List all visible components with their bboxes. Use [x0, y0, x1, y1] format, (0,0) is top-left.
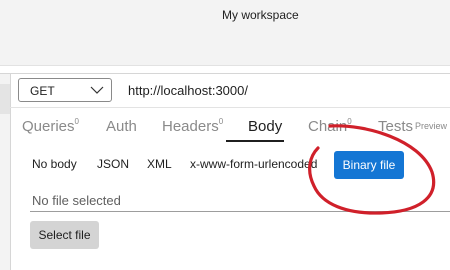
body-type-binary-file[interactable]: Binary file — [334, 151, 404, 179]
active-tab-indicator — [226, 140, 284, 142]
body-type-no-body[interactable]: No body — [32, 157, 77, 171]
tab-auth-label: Auth — [106, 118, 137, 135]
workspace-title: My workspace — [222, 8, 299, 22]
tab-queries[interactable]: Queries0 — [22, 117, 79, 135]
tab-queries-label: Queries — [22, 118, 75, 135]
toolbar-divider — [0, 73, 450, 74]
tab-chain-count: 0 — [347, 117, 352, 126]
sidebar-selected-item[interactable] — [0, 84, 10, 114]
tab-headers[interactable]: Headers0 — [162, 117, 224, 135]
method-value: GET — [30, 84, 55, 98]
title-bar: My workspace — [0, 0, 450, 66]
tab-tests[interactable]: Tests — [378, 118, 413, 135]
tab-headers-count: 0 — [218, 117, 224, 126]
url-divider — [10, 107, 450, 108]
body-type-form-urlencoded[interactable]: x-www-form-urlencoded — [190, 157, 317, 171]
body-type-json[interactable]: JSON — [97, 157, 129, 171]
file-path-field[interactable]: No file selected — [32, 193, 121, 208]
sidebar-edge[interactable] — [0, 74, 11, 270]
select-file-button[interactable]: Select file — [30, 221, 99, 249]
tab-body[interactable]: Body — [248, 118, 282, 135]
chevron-down-icon — [90, 86, 104, 94]
tab-queries-count: 0 — [74, 117, 79, 126]
tab-body-label: Body — [248, 118, 283, 135]
tab-chain-label: Chain — [308, 118, 348, 135]
tab-headers-label: Headers — [162, 118, 219, 135]
url-input[interactable]: http://localhost:3000/ — [128, 83, 248, 98]
method-select[interactable]: GET — [18, 78, 112, 102]
tab-auth[interactable]: Auth — [106, 118, 137, 135]
tab-tests-label: Tests — [378, 118, 414, 135]
body-type-xml[interactable]: XML — [147, 157, 172, 171]
tests-preview-badge: Preview — [415, 121, 448, 131]
tab-chain[interactable]: Chain0 — [308, 117, 352, 135]
file-field-underline — [30, 211, 450, 212]
